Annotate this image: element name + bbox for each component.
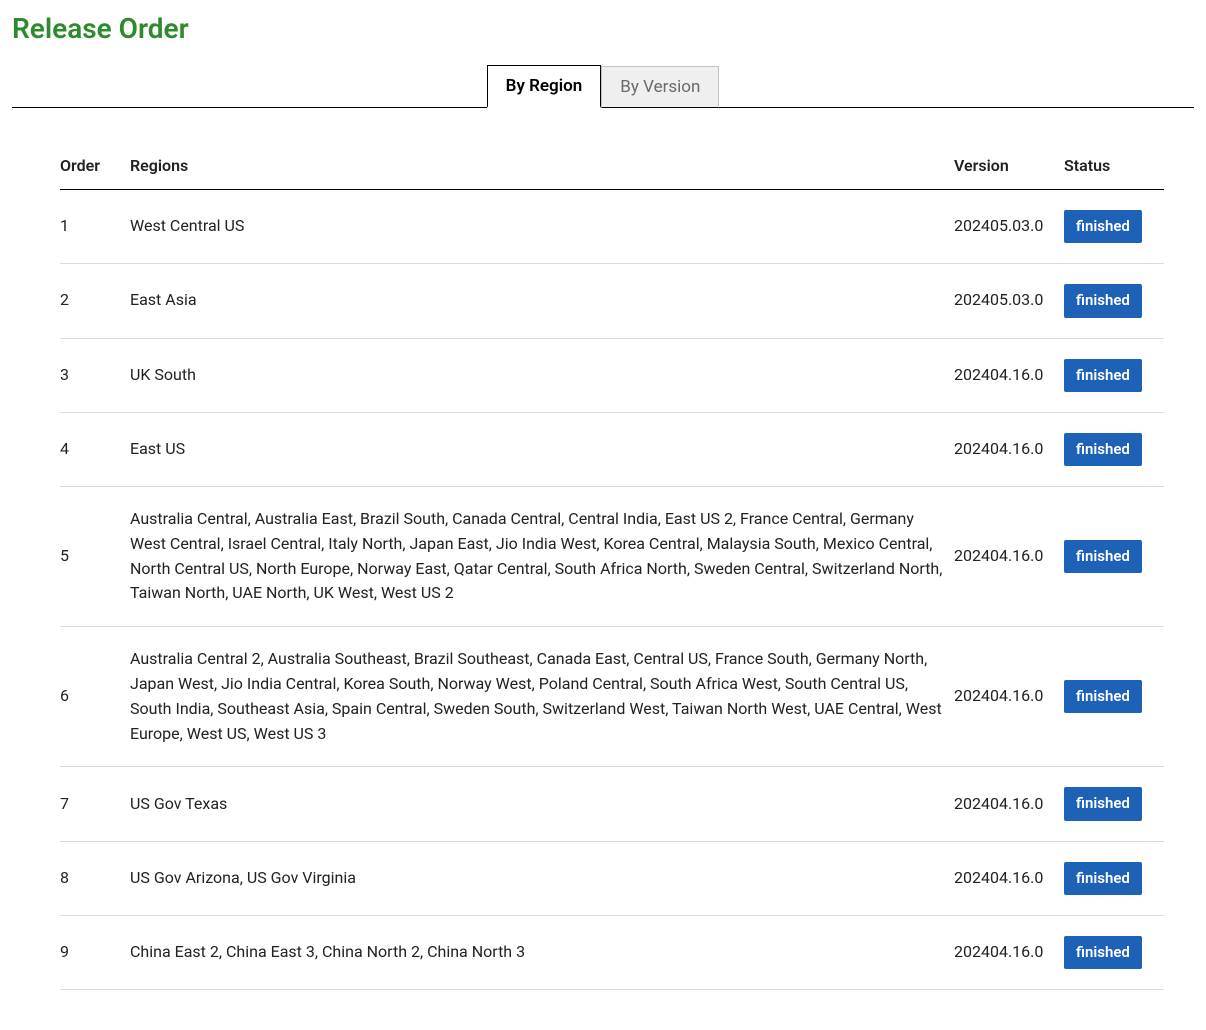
- cell-regions: China East 2, China East 3, China North …: [130, 915, 954, 989]
- cell-order: 4: [60, 412, 130, 486]
- table-row: 4East US202404.16.0finished: [60, 412, 1164, 486]
- table-row: 2East Asia202405.03.0finished: [60, 264, 1164, 338]
- status-badge: finished: [1064, 936, 1142, 969]
- cell-regions: Australia Central 2, Australia Southeast…: [130, 627, 954, 767]
- cell-status: finished: [1064, 915, 1164, 989]
- status-badge: finished: [1064, 359, 1142, 392]
- table-row: 1West Central US202405.03.0finished: [60, 190, 1164, 264]
- cell-order: 7: [60, 767, 130, 841]
- tab-strip: By Region By Version: [12, 63, 1194, 108]
- cell-order: 9: [60, 915, 130, 989]
- cell-order: 6: [60, 627, 130, 767]
- table-row: 3UK South202404.16.0finished: [60, 338, 1164, 412]
- status-badge: finished: [1064, 540, 1142, 573]
- cell-order: 5: [60, 487, 130, 627]
- cell-status: finished: [1064, 841, 1164, 915]
- cell-status: finished: [1064, 264, 1164, 338]
- cell-version: 202404.16.0: [954, 767, 1064, 841]
- tab-by-version[interactable]: By Version: [601, 66, 719, 108]
- col-status: Status: [1064, 142, 1164, 190]
- cell-version: 202405.03.0: [954, 264, 1064, 338]
- table-row: 6Australia Central 2, Australia Southeas…: [60, 627, 1164, 767]
- page-title: Release Order: [12, 12, 1194, 45]
- cell-order: 3: [60, 338, 130, 412]
- cell-order: 2: [60, 264, 130, 338]
- status-badge: finished: [1064, 284, 1142, 317]
- cell-version: 202404.16.0: [954, 412, 1064, 486]
- cell-regions: US Gov Texas: [130, 767, 954, 841]
- col-regions: Regions: [130, 142, 954, 190]
- cell-regions: UK South: [130, 338, 954, 412]
- cell-regions: US Gov Arizona, US Gov Virginia: [130, 841, 954, 915]
- status-badge: finished: [1064, 210, 1142, 243]
- cell-version: 202404.16.0: [954, 338, 1064, 412]
- col-order: Order: [60, 142, 130, 190]
- cell-version: 202404.16.0: [954, 487, 1064, 627]
- cell-status: finished: [1064, 338, 1164, 412]
- table-row: 7US Gov Texas202404.16.0finished: [60, 767, 1164, 841]
- status-badge: finished: [1064, 433, 1142, 466]
- cell-version: 202404.16.0: [954, 915, 1064, 989]
- status-badge: finished: [1064, 862, 1142, 895]
- cell-version: 202405.03.0: [954, 190, 1064, 264]
- cell-regions: East Asia: [130, 264, 954, 338]
- release-order-table: Order Regions Version Status 1West Centr…: [60, 142, 1164, 990]
- cell-order: 8: [60, 841, 130, 915]
- cell-regions: West Central US: [130, 190, 954, 264]
- cell-regions: Australia Central, Australia East, Brazi…: [130, 487, 954, 627]
- cell-status: finished: [1064, 767, 1164, 841]
- cell-order: 1: [60, 190, 130, 264]
- table-row: 9China East 2, China East 3, China North…: [60, 915, 1164, 989]
- tab-by-region[interactable]: By Region: [487, 65, 602, 108]
- table-row: 5Australia Central, Australia East, Braz…: [60, 487, 1164, 627]
- status-badge: finished: [1064, 680, 1142, 713]
- cell-status: finished: [1064, 627, 1164, 767]
- cell-version: 202404.16.0: [954, 627, 1064, 767]
- cell-version: 202404.16.0: [954, 841, 1064, 915]
- cell-status: finished: [1064, 190, 1164, 264]
- cell-regions: East US: [130, 412, 954, 486]
- cell-status: finished: [1064, 487, 1164, 627]
- cell-status: finished: [1064, 412, 1164, 486]
- col-version: Version: [954, 142, 1064, 190]
- status-badge: finished: [1064, 787, 1142, 820]
- table-row: 8US Gov Arizona, US Gov Virginia202404.1…: [60, 841, 1164, 915]
